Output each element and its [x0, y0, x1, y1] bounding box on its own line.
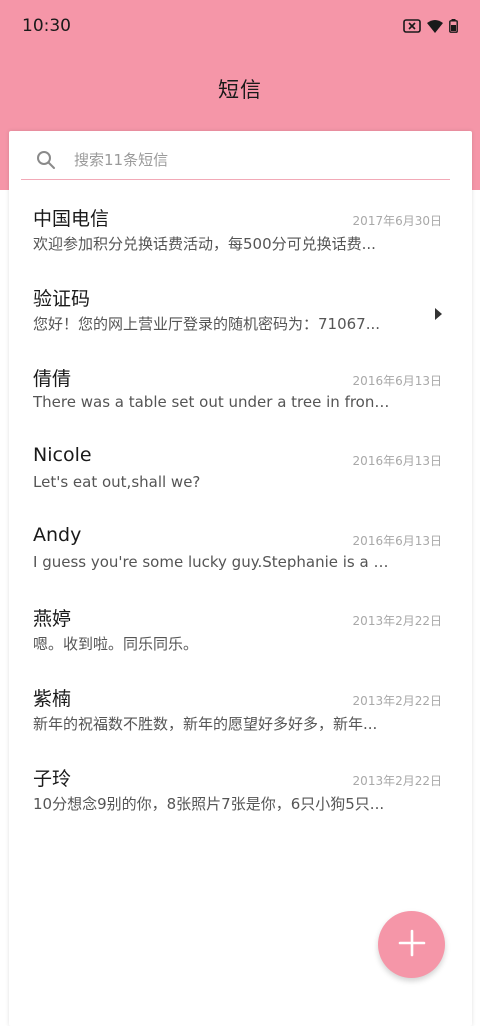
status-time: 10:30	[22, 16, 71, 36]
message-preview: 10分想念9别的你，8张照片7张是你，6只小狗5只...	[33, 795, 385, 813]
message-card: 中国电信 2017年6月30日 欢迎参加积分兑换话费活动，每500分可兑换话费.…	[9, 131, 472, 1026]
message-date: 2016年6月13日	[352, 374, 442, 388]
wifi-icon	[427, 19, 443, 33]
add-icon	[398, 929, 426, 961]
message-date: 2013年2月22日	[352, 614, 442, 628]
message-sender: 燕婷	[33, 608, 72, 630]
message-sender: 倩倩	[33, 368, 72, 390]
sim-missing-icon	[403, 19, 421, 33]
message-sender: 子玲	[33, 768, 72, 790]
message-item[interactable]: 验证码 您好！您的网上营业厅登录的随机密码为：71067...	[9, 275, 472, 355]
new-message-button[interactable]	[378, 911, 445, 978]
message-date: 2013年2月22日	[352, 774, 442, 788]
message-item[interactable]: Andy 2016年6月13日 I guess you're some luck…	[9, 515, 472, 595]
search-icon	[36, 150, 56, 170]
message-date: 2013年2月22日	[352, 694, 442, 708]
message-item[interactable]: 倩倩 2016年6月13日 There was a table set out …	[9, 355, 472, 435]
message-item[interactable]: 中国电信 2017年6月30日 欢迎参加积分兑换话费活动，每500分可兑换话费.…	[9, 195, 472, 275]
message-sender: 验证码	[33, 288, 91, 310]
message-date: 2016年6月13日	[352, 534, 442, 548]
message-sender: 紫楠	[33, 688, 72, 710]
message-list: 中国电信 2017年6月30日 欢迎参加积分兑换话费活动，每500分可兑换话费.…	[9, 195, 472, 835]
message-preview: Let's eat out,shall we?	[33, 473, 201, 491]
message-date: 2017年6月30日	[352, 214, 442, 228]
message-preview: 嗯。收到啦。同乐同乐。	[33, 635, 199, 653]
message-date: 2016年6月13日	[352, 454, 442, 468]
search-input[interactable]	[74, 151, 414, 169]
battery-icon	[449, 19, 458, 33]
status-icons	[403, 19, 458, 33]
page-title: 短信	[218, 78, 262, 102]
message-sender: Nicole	[33, 444, 92, 466]
message-preview: 您好！您的网上营业厅登录的随机密码为：71067...	[33, 315, 381, 333]
status-bar: 10:30	[0, 0, 480, 52]
message-sender: 中国电信	[33, 208, 110, 230]
message-preview: I guess you're some lucky guy.Stephanie …	[33, 553, 393, 571]
chevron-right-icon[interactable]	[433, 307, 443, 321]
message-preview: There was a table set out under a tree i…	[33, 393, 393, 411]
message-sender: Andy	[33, 524, 82, 546]
message-item[interactable]: 紫楠 2013年2月22日 新年的祝福数不胜数，新年的愿望好多好多，新年...	[9, 675, 472, 755]
message-item[interactable]: 子玲 2013年2月22日 10分想念9别的你，8张照片7张是你，6只小狗5只.…	[9, 755, 472, 835]
message-item[interactable]: 燕婷 2013年2月22日 嗯。收到啦。同乐同乐。	[9, 595, 472, 675]
message-preview: 欢迎参加积分兑换话费活动，每500分可兑换话费...	[33, 235, 376, 253]
search-bar[interactable]	[21, 141, 450, 180]
message-item[interactable]: Nicole 2016年6月13日 Let's eat out,shall we…	[9, 435, 472, 515]
message-preview: 新年的祝福数不胜数，新年的愿望好多好多，新年...	[33, 715, 378, 733]
